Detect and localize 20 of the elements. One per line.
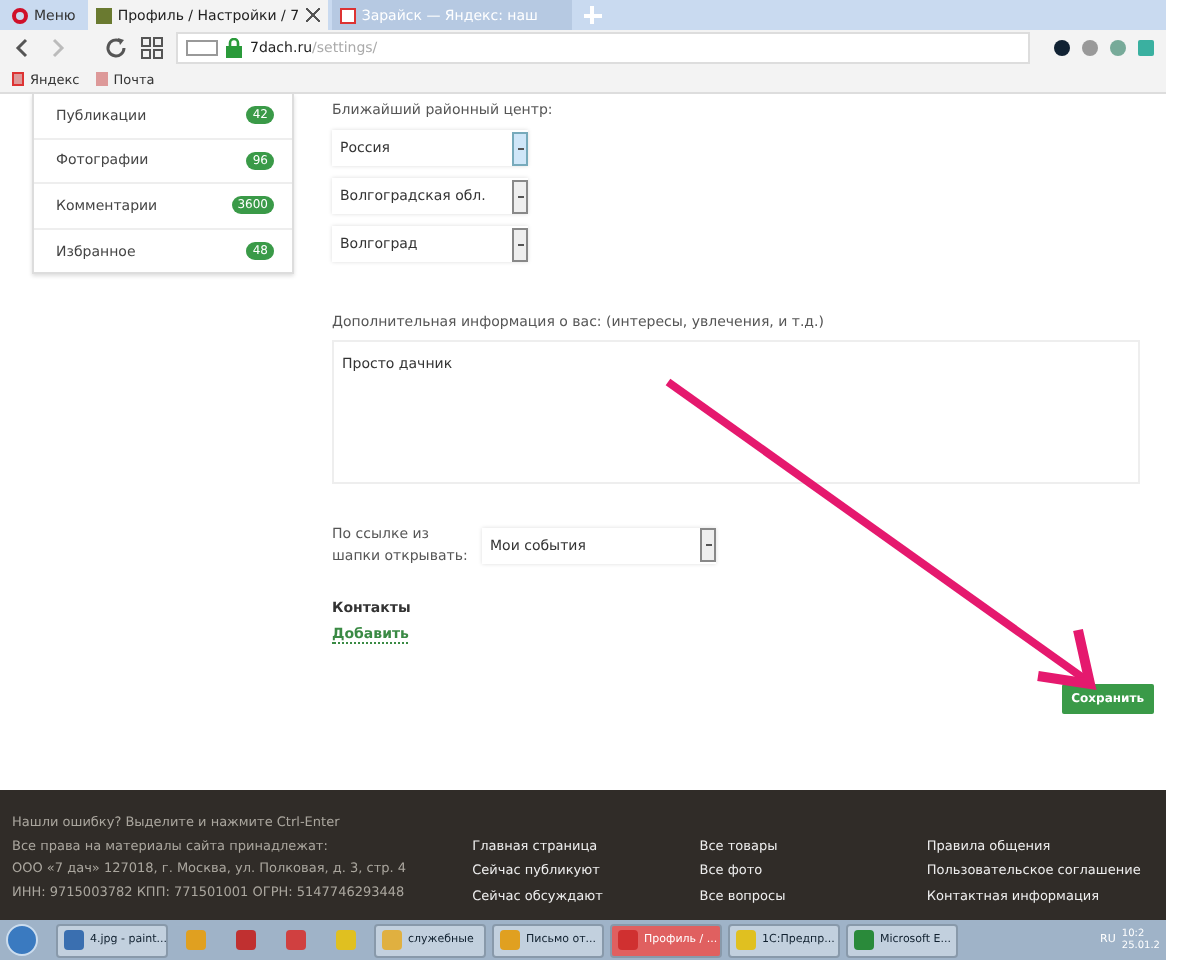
- favicon-icon: [339, 7, 356, 23]
- lock-icon: [226, 38, 242, 58]
- app-icon: [286, 930, 306, 950]
- app-icon: [854, 930, 874, 950]
- reload-icon[interactable]: [104, 36, 128, 60]
- app-icon: [382, 930, 402, 950]
- app-icon: [618, 930, 638, 950]
- close-icon[interactable]: [305, 8, 320, 22]
- app-icon: [64, 930, 84, 950]
- app-icon: [500, 930, 520, 950]
- extension-icon[interactable]: [1054, 40, 1070, 56]
- app-icon: [186, 930, 206, 950]
- opera-icon: [12, 7, 28, 23]
- grid-icon[interactable]: [140, 36, 164, 60]
- start-button[interactable]: [6, 924, 38, 956]
- bookmark-icon: [95, 72, 108, 86]
- app-icon: [236, 930, 256, 950]
- app-icon: [336, 930, 356, 950]
- app-icon: [736, 930, 756, 950]
- bookmark-icon: [12, 72, 24, 86]
